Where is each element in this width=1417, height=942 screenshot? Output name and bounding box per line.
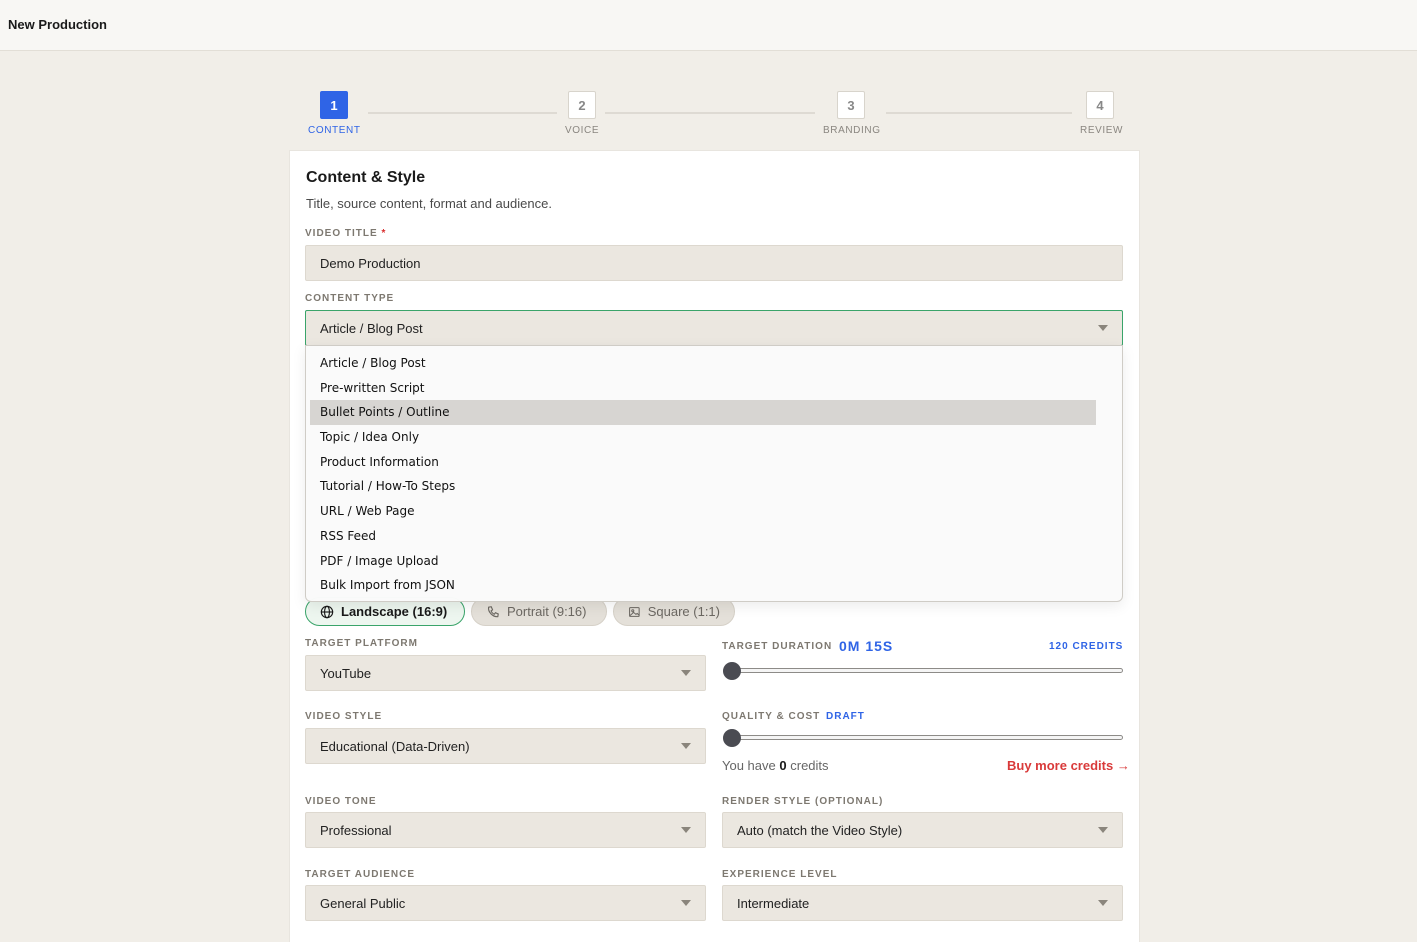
video-style-select[interactable]: Educational (Data-Driven) xyxy=(305,728,706,764)
target-duration-label: TARGET DURATION xyxy=(722,641,833,652)
step-connector xyxy=(605,112,815,114)
quality-slider-track[interactable] xyxy=(723,735,1123,740)
step-3-indicator[interactable]: 3 xyxy=(837,91,865,119)
chevron-down-icon xyxy=(1098,900,1108,906)
dropdown-option[interactable]: Product Information xyxy=(310,450,1096,475)
target-platform-select[interactable]: YouTube xyxy=(305,655,706,691)
dropdown-option[interactable]: URL / Web Page xyxy=(310,499,1096,524)
video-title-label: VIDEO TITLE * xyxy=(305,228,386,239)
globe-icon xyxy=(320,605,334,618)
dropdown-option[interactable]: Pre-written Script xyxy=(310,376,1096,401)
buy-more-credits-link[interactable]: Buy more credits → xyxy=(1007,758,1130,773)
dropdown-option[interactable]: Bulk Import from JSON xyxy=(310,573,1096,598)
chevron-down-icon xyxy=(1098,827,1108,833)
target-duration-slider-track[interactable] xyxy=(723,668,1123,673)
page-title: New Production xyxy=(8,17,107,32)
dropdown-option[interactable]: RSS Feed xyxy=(310,524,1096,549)
video-style-label: VIDEO STYLE xyxy=(305,711,383,722)
content-type-dropdown: Article / Blog Post Pre-written Script B… xyxy=(305,345,1123,602)
video-title-input[interactable]: Demo Production xyxy=(305,245,1123,281)
target-duration-value: 0M 15S xyxy=(839,638,894,654)
chevron-down-icon xyxy=(681,900,691,906)
content-type-select[interactable]: Article / Blog Post xyxy=(305,310,1123,346)
experience-level-select[interactable]: Intermediate xyxy=(722,885,1123,921)
aspect-landscape-label: Landscape (16:9) xyxy=(341,604,448,619)
step-1-label: CONTENT xyxy=(308,125,361,136)
card-subtitle: Title, source content, format and audien… xyxy=(306,196,552,211)
render-style-value: Auto (match the Video Style) xyxy=(737,822,903,838)
chevron-down-icon xyxy=(681,670,691,676)
step-2-label: VOICE xyxy=(565,125,600,136)
chevron-down-icon xyxy=(1098,325,1108,331)
target-platform-value: YouTube xyxy=(320,665,372,681)
quality-cost-label: QUALITY & COST xyxy=(722,711,821,722)
dropdown-option[interactable]: Tutorial / How-To Steps xyxy=(310,474,1096,499)
content-type-label: CONTENT TYPE xyxy=(305,293,395,304)
target-duration-slider-thumb[interactable] xyxy=(723,662,741,680)
content-type-value: Article / Blog Post xyxy=(320,320,423,336)
render-style-label: RENDER STYLE (OPTIONAL) xyxy=(722,796,884,807)
chevron-down-icon xyxy=(681,743,691,749)
credits-balance: You have 0 credits xyxy=(722,758,829,773)
credits-suffix: credits xyxy=(790,758,829,773)
step-4-label: REVIEW xyxy=(1080,125,1124,136)
step-connector xyxy=(368,112,557,114)
video-title-label-text: VIDEO TITLE xyxy=(305,228,378,239)
aspect-portrait-label: Portrait (9:16) xyxy=(507,604,587,619)
step-2-indicator[interactable]: 2 xyxy=(568,91,596,119)
card-title: Content & Style xyxy=(306,169,426,186)
credits-count: 0 xyxy=(779,758,787,773)
video-tone-label: VIDEO TONE xyxy=(305,796,377,807)
step-1-indicator[interactable]: 1 xyxy=(320,91,348,119)
dropdown-option[interactable]: PDF / Image Upload xyxy=(310,549,1096,574)
image-icon xyxy=(629,606,640,617)
target-platform-label: TARGET PLATFORM xyxy=(305,638,418,649)
video-title-value: Demo Production xyxy=(320,255,421,271)
step-3-label: BRANDING xyxy=(823,125,881,136)
video-tone-value: Professional xyxy=(320,822,392,838)
credits-prefix: You have xyxy=(722,758,776,773)
experience-level-label: EXPERIENCE LEVEL xyxy=(722,869,838,880)
dropdown-option[interactable]: Topic / Idea Only xyxy=(310,425,1096,450)
experience-level-value: Intermediate xyxy=(737,895,810,911)
top-bar: New Production xyxy=(0,0,1417,51)
target-audience-value: General Public xyxy=(320,895,406,911)
video-tone-select[interactable]: Professional xyxy=(305,812,706,848)
phone-icon xyxy=(488,605,499,617)
dropdown-option[interactable]: Article / Blog Post xyxy=(310,351,1096,376)
required-mark: * xyxy=(381,228,387,239)
target-audience-label: TARGET AUDIENCE xyxy=(305,869,415,880)
quality-tier-badge: DRAFT xyxy=(826,711,865,722)
duration-credits-badge: 120 CREDITS xyxy=(1049,641,1124,652)
step-connector xyxy=(886,112,1072,114)
aspect-square-label: Square (1:1) xyxy=(647,604,720,619)
dropdown-option-highlighted[interactable]: Bullet Points / Outline xyxy=(310,400,1096,426)
chevron-down-icon xyxy=(681,827,691,833)
quality-slider-thumb[interactable] xyxy=(723,729,741,747)
render-style-select[interactable]: Auto (match the Video Style) xyxy=(722,812,1123,848)
video-style-value: Educational (Data-Driven) xyxy=(320,738,470,754)
step-4-indicator[interactable]: 4 xyxy=(1086,91,1114,119)
target-audience-select[interactable]: General Public xyxy=(305,885,706,921)
